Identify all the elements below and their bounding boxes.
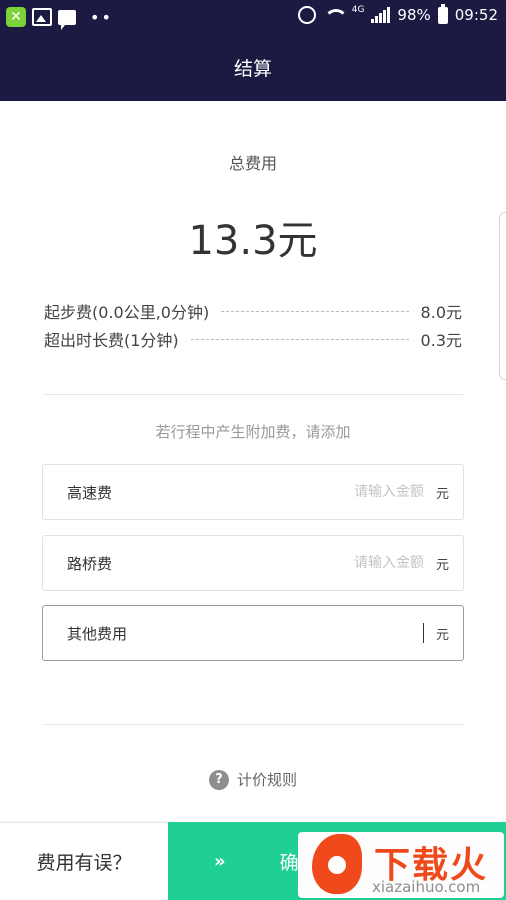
- other-fee-unit: 元: [435, 627, 449, 643]
- image-notification-icon: [32, 8, 52, 26]
- pricing-rules-link[interactable]: ? 计价规则: [0, 769, 506, 790]
- divider: [43, 394, 463, 395]
- bridge-fee-label: 路桥费: [67, 554, 113, 573]
- battery-percent: 98%: [397, 6, 431, 24]
- text-cursor: [422, 623, 424, 643]
- highway-fee-input[interactable]: [112, 477, 424, 507]
- bridge-fee-input[interactable]: [112, 548, 424, 578]
- highway-fee-unit: 元: [435, 486, 449, 502]
- other-fee-field[interactable]: 其他费用 元: [42, 605, 464, 661]
- site-watermark: 下载火 xiazaihuo.com: [298, 832, 504, 898]
- question-icon: ?: [208, 769, 229, 790]
- clock: 09:52: [454, 6, 498, 24]
- fee-error-label: 费用有误？: [36, 852, 132, 874]
- battery-icon: [437, 3, 448, 24]
- extra-fee-hint: 若行程中产生附加费，请添加: [155, 423, 351, 441]
- alarm-icon: [297, 6, 316, 24]
- message-notification-icon: [58, 9, 76, 30]
- fee-value: 8.0元: [420, 303, 462, 322]
- total-fee-amount: 13.3元: [188, 218, 318, 264]
- wifi-icon: [323, 7, 348, 23]
- watermark-url: xiazaihuo.com: [372, 878, 481, 896]
- bridge-fee-unit: 元: [435, 557, 449, 573]
- app-notification-icon: ✕: [6, 7, 26, 27]
- status-indicators: 4G 98% 09:52: [297, 3, 498, 24]
- page-title: 结算: [233, 58, 272, 80]
- highway-fee-label: 高速费: [67, 483, 113, 502]
- status-bar: ✕ •• 4G 98% 09:52: [0, 0, 506, 34]
- status-notifications: ✕ ••: [6, 7, 113, 30]
- fee-dash-leader: [190, 338, 409, 340]
- fee-dash-leader: [221, 310, 409, 312]
- fee-row-overtime: 超出时长费(1分钟) 0.3元: [44, 328, 462, 350]
- fee-error-button[interactable]: 费用有误？: [0, 822, 168, 900]
- signal-icon: [371, 7, 391, 23]
- fee-row-base: 起步费(0.0公里,0分钟) 8.0元: [44, 300, 462, 322]
- bridge-fee-field[interactable]: 路桥费 元: [42, 535, 464, 591]
- double-arrow-icon: »: [214, 850, 226, 872]
- fee-name: 起步费(0.0公里,0分钟): [44, 303, 210, 322]
- fee-name: 超出时长费(1分钟): [44, 331, 179, 350]
- confirm-label: 确: [279, 851, 299, 874]
- more-notifications-icon: ••: [90, 7, 113, 27]
- fee-value: 0.3元: [420, 331, 462, 350]
- pricing-rules-label: 计价规则: [236, 771, 297, 789]
- other-fee-label: 其他费用: [67, 624, 128, 643]
- total-fee-label: 总费用: [228, 154, 277, 173]
- flame-logo-icon: [312, 834, 362, 894]
- network-type: 4G: [351, 4, 365, 15]
- highway-fee-field[interactable]: 高速费 元: [42, 464, 464, 520]
- header: 结算: [0, 34, 506, 101]
- divider: [43, 724, 463, 725]
